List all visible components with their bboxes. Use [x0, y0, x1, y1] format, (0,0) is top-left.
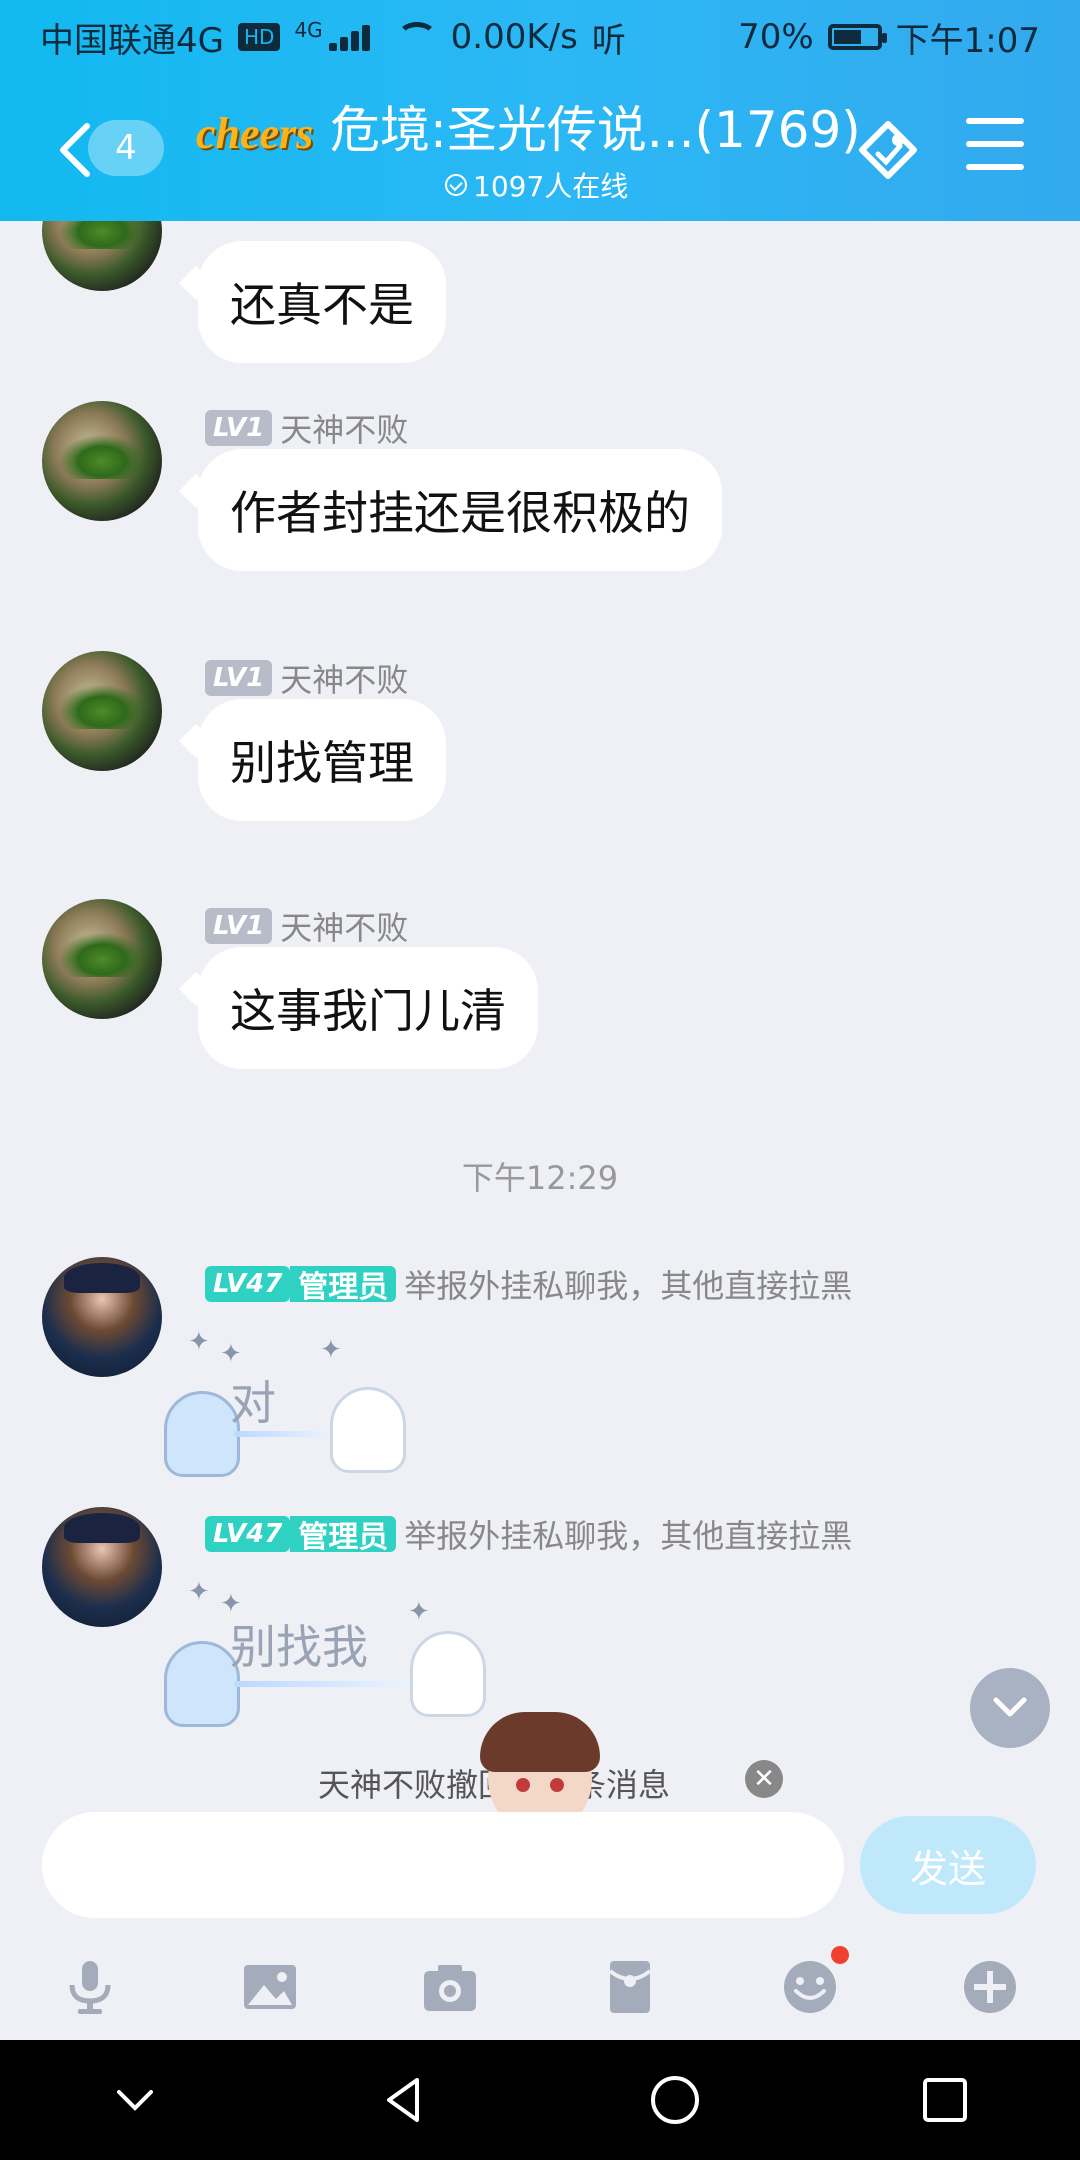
nav-back-icon[interactable] — [370, 2065, 440, 2135]
admin-role-badge: 管理员 — [290, 1266, 397, 1305]
wifi-icon — [396, 22, 437, 52]
cheers-logo: cheers — [196, 108, 314, 158]
nav-home-icon[interactable] — [640, 2065, 710, 2135]
plus-icon[interactable] — [955, 1952, 1025, 2022]
clock: 下午1:07 — [895, 20, 1040, 61]
message-bubble[interactable]: 作者封挂还是很积极的 — [198, 449, 722, 571]
listen-icon: 听 — [591, 20, 626, 61]
sticker-message[interactable]: ✦ ✦ ✦ 对 — [160, 1327, 406, 1477]
hide-keyboard-icon[interactable] — [100, 2065, 170, 2135]
sparkle-icon: ✦ — [188, 1327, 210, 1357]
level-badge: LV47 — [205, 1266, 291, 1302]
message-bubble[interactable]: 别找管理 — [198, 699, 446, 821]
avatar[interactable] — [42, 1507, 162, 1627]
nav-recents-icon[interactable] — [910, 2065, 980, 2135]
image-icon[interactable] — [235, 1952, 305, 2022]
message-bubble[interactable]: 还真不是 — [198, 241, 446, 363]
timestamp: 下午12:29 — [461, 1159, 619, 1197]
tag-icon[interactable] — [848, 110, 928, 190]
level-badge: LV1 — [205, 410, 273, 446]
avatar[interactable] — [42, 651, 162, 771]
close-icon[interactable]: ✕ — [745, 1760, 783, 1798]
redpacket-icon[interactable] — [595, 1952, 665, 2022]
title-bar: 4 cheers 危境:圣光传说...(1769) 1097人在线 — [0, 80, 1080, 220]
level-badge: LV1 — [205, 660, 273, 696]
chat-area[interactable]: 还真不是 LV1 天神不败 作者封挂还是很积极的 LV1 天神不败 别找管理 L… — [0, 221, 1080, 1811]
avatar[interactable] — [42, 899, 162, 1019]
check-circle-icon — [445, 174, 467, 196]
level-badge: LV1 — [205, 908, 273, 944]
sticker-text: 对 — [230, 1376, 276, 1430]
sparkle-icon: ✦ — [320, 1335, 342, 1365]
input-bar: 发送 — [0, 1812, 1080, 2040]
avatar[interactable] — [42, 1257, 162, 1377]
sender-name[interactable]: 举报外挂私聊我，其他直接拉黑 — [404, 1261, 852, 1307]
dino-icon — [330, 1387, 406, 1473]
unread-count-badge: 4 — [88, 120, 164, 176]
sparkle-icon: ✦ — [408, 1597, 430, 1627]
ghost-icon — [164, 1641, 240, 1727]
level-badge: LV47 — [205, 1516, 291, 1552]
camera-icon[interactable] — [415, 1952, 485, 2022]
sender-name[interactable]: 举报外挂私聊我，其他直接拉黑 — [404, 1511, 852, 1557]
sender-name[interactable]: 天神不败 — [280, 903, 408, 949]
sender-name[interactable]: 天神不败 — [280, 405, 408, 451]
message-bubble[interactable]: 这事我门儿清 — [198, 947, 538, 1069]
sparkle-icon: ✦ — [188, 1577, 210, 1607]
notification-dot — [831, 1946, 849, 1964]
sender-line: LV47 管理员 举报外挂私聊我，其他直接拉黑 — [205, 1261, 852, 1307]
avatar[interactable] — [42, 401, 162, 521]
net-type-label: 4G — [294, 18, 323, 42]
sender-name[interactable]: 天神不败 — [280, 655, 408, 701]
battery-percent: 70% — [738, 17, 814, 57]
send-button[interactable]: 发送 — [860, 1816, 1036, 1914]
sender-line: LV1 天神不败 — [205, 903, 408, 949]
dino-icon — [410, 1631, 486, 1717]
ghost-icon — [164, 1391, 240, 1477]
hd-icon: HD — [237, 23, 281, 51]
sender-line: LV1 天神不败 — [205, 405, 408, 451]
carrier-label: 中国联通4G — [40, 20, 224, 61]
status-bar: 中国联通4G HD 4G 0.00K/s 听 70% 下午1:07 — [0, 0, 1080, 74]
system-nav-bar — [0, 2040, 1080, 2160]
scroll-to-bottom-button[interactable] — [970, 1668, 1050, 1748]
online-count: 1097人在线 — [445, 165, 628, 205]
emoji-icon[interactable] — [775, 1946, 849, 2022]
beam — [234, 1681, 414, 1687]
avatar[interactable] — [42, 221, 162, 291]
mascot-peek — [470, 1706, 610, 1812]
sparkle-icon: ✦ — [220, 1339, 242, 1369]
sticker-message[interactable]: ✦ ✦ ✦ 别找我 — [160, 1577, 486, 1727]
sender-line: LV47 管理员 举报外挂私聊我，其他直接拉黑 — [205, 1511, 852, 1557]
battery-icon — [827, 24, 887, 50]
header: 中国联通4G HD 4G 0.00K/s 听 70% 下午1:07 4 chee… — [0, 0, 1080, 221]
sticker-text: 别找我 — [230, 1620, 368, 1674]
network-speed: 0.00K/s — [450, 17, 578, 57]
online-count-label: 1097人在线 — [473, 170, 629, 203]
message-input[interactable] — [42, 1812, 844, 1918]
sender-line: LV1 天神不败 — [205, 655, 408, 701]
mic-icon[interactable] — [55, 1952, 125, 2022]
menu-icon[interactable] — [966, 118, 1024, 170]
input-toolbar — [0, 1934, 1080, 2040]
admin-role-badge: 管理员 — [290, 1516, 397, 1555]
group-title[interactable]: 危境:圣光传说...(1769) — [330, 90, 861, 162]
chevron-down-icon — [993, 1697, 1027, 1717]
signal-icon — [328, 23, 383, 51]
